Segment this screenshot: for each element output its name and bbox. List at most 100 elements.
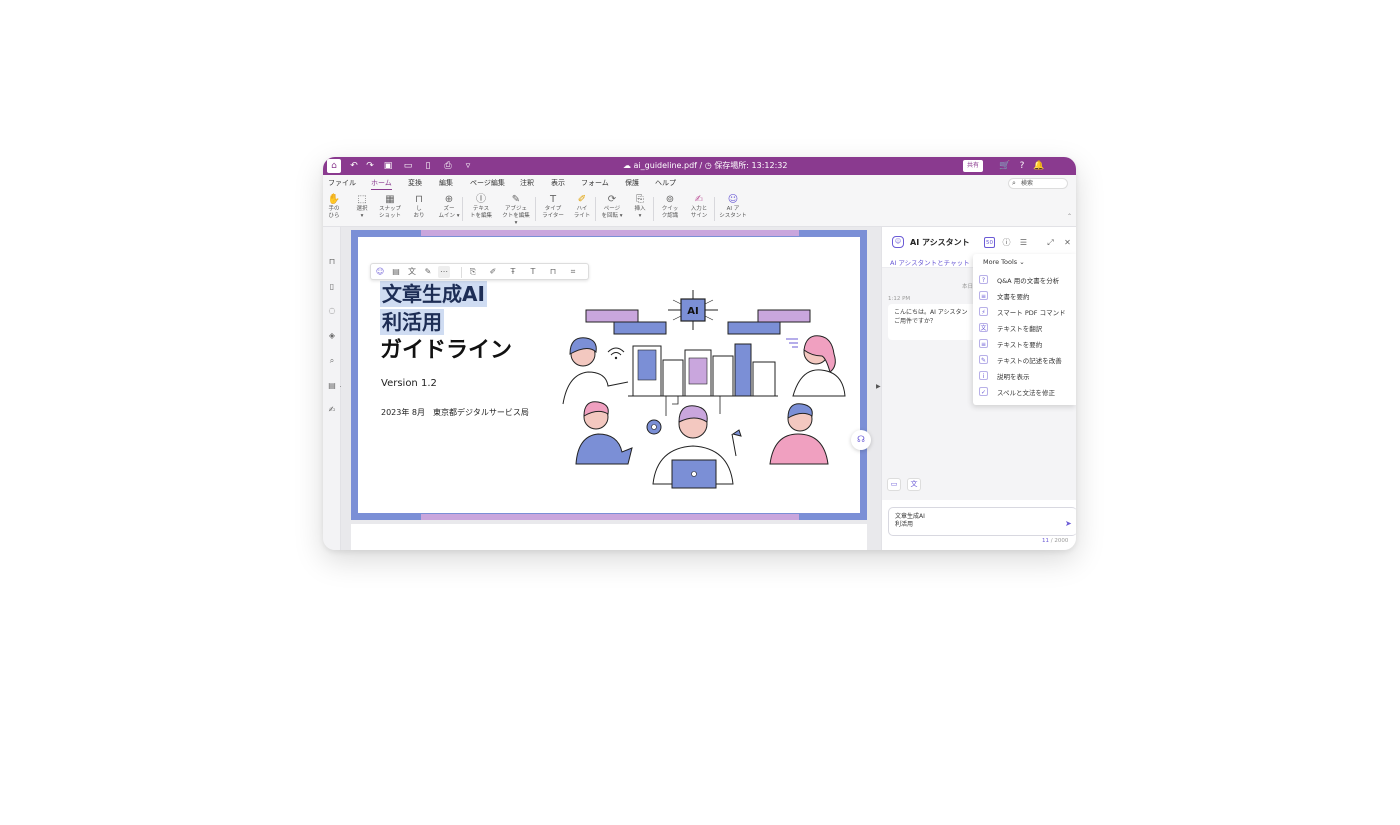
menu-protect[interactable]: 保護 xyxy=(625,177,639,189)
bookmark-add-icon[interactable]: ⊓ xyxy=(547,266,559,278)
token-count-badge[interactable]: 50 xyxy=(984,237,995,248)
menu-edit[interactable]: 編集 xyxy=(439,177,453,189)
menu-item-translate[interactable]: 文テキストを翻訳 xyxy=(979,320,1076,334)
document-version[interactable]: Version 1.2 xyxy=(381,378,437,389)
tool-ai-assistant[interactable]: ☺ AI ア シスタント xyxy=(718,194,748,220)
tool-sign[interactable]: ✍ 入力と サイン xyxy=(684,194,714,220)
collapse-ribbon-icon[interactable]: ⌃ xyxy=(1067,213,1072,220)
support-headset-icon[interactable]: ☊ xyxy=(851,430,871,450)
tool-snapshot[interactable]: ▦ スナップ ショット xyxy=(375,194,405,220)
title-line-2[interactable]: 利活用 xyxy=(380,309,444,335)
chat-input[interactable]: 文章生成AI 利活用 ➤ xyxy=(888,507,1076,536)
translate-icon[interactable]: 文 xyxy=(406,266,418,278)
select-icon: ⬚ xyxy=(357,194,367,205)
left-sidebar: ⊓ ▯ ◌ ◈ ⌕ ▤ ✍ xyxy=(323,227,341,550)
menu-item-qa[interactable]: ? Q&A 用の文書を分析 xyxy=(979,272,1076,286)
ai-chat-icon[interactable]: ☺ xyxy=(374,266,386,278)
tool-edit-text[interactable]: Ⓘ テキス トを編集 xyxy=(466,194,496,220)
collapse-right-icon[interactable]: ▶ xyxy=(876,383,881,390)
home-icon[interactable]: ⌂ xyxy=(327,159,341,173)
layers-panel-icon[interactable]: ◈ xyxy=(327,331,337,341)
comments-panel-icon[interactable]: ◌ xyxy=(327,306,337,316)
menu-annotate[interactable]: 注釈 xyxy=(520,177,534,189)
toolbar-divider xyxy=(462,197,463,221)
menu-file[interactable]: ファイル xyxy=(328,177,356,189)
print-icon[interactable]: ⎙ xyxy=(441,159,455,173)
cart-icon[interactable]: 🛒 xyxy=(998,159,1012,173)
ocr-area-icon[interactable]: ⌗ xyxy=(567,266,579,278)
title-line-1[interactable]: 文章生成AI xyxy=(380,281,487,307)
chat-translate-icon[interactable]: 文 xyxy=(907,478,921,491)
tool-insert[interactable]: ⎘ 挿入 ▾ xyxy=(625,194,655,220)
menu-item-smart-pdf[interactable]: ⚡ スマート PDF コマンド xyxy=(979,304,1076,318)
tool-zoom[interactable]: ⊕ ズー ムイン ▾ xyxy=(434,194,464,220)
copy-icon[interactable]: ⎘ xyxy=(467,266,479,278)
signature-panel-icon[interactable]: ✍ xyxy=(327,405,337,415)
attachment-panel-icon[interactable]: ⌕ xyxy=(327,356,337,366)
open-folder-icon[interactable]: ▭ xyxy=(401,159,415,173)
menu-home[interactable]: ホーム xyxy=(371,177,392,190)
tool-page[interactable]: ⟳ ページ を回転 ▾ xyxy=(597,194,627,220)
menu-item-improve[interactable]: ✎ テキストの記述を改善 xyxy=(979,352,1076,366)
menu-convert[interactable]: 変換 xyxy=(408,177,422,189)
panel-title: AI アシスタント xyxy=(910,238,970,247)
send-icon[interactable]: ➤ xyxy=(1065,519,1072,528)
menu-view[interactable]: 表示 xyxy=(551,177,565,189)
smart-pdf-icon: ⚡ xyxy=(979,307,988,316)
bell-icon[interactable]: 🔔 xyxy=(1032,159,1046,173)
more-tools-header[interactable]: More Tools ⌄ xyxy=(983,258,1025,266)
expand-icon[interactable]: ⤢ xyxy=(1045,237,1056,248)
toolbar-divider xyxy=(653,197,654,221)
document-canvas: 文章生成AI 利活用 ガイドライン Version 1.2 2023年 8月 東… xyxy=(341,227,881,550)
improve-writing-icon[interactable]: ✎ xyxy=(422,266,434,278)
tool-edit-object[interactable]: ✎ アブジェ クトを編集 ▾ xyxy=(501,194,531,227)
chat-date: 本日 xyxy=(962,284,974,290)
toolbar-divider xyxy=(595,197,596,221)
pages-panel-icon[interactable]: ▯ xyxy=(327,282,337,292)
menu-item-summarize-doc[interactable]: ≡ 文書を要約 xyxy=(979,288,1076,302)
tool-bookmark[interactable]: ⊓ し おり xyxy=(404,194,434,220)
share-button[interactable]: 共有 xyxy=(963,160,983,172)
menu-item-explain[interactable]: i 説明を表示 xyxy=(979,368,1076,382)
menu-form[interactable]: フォーム xyxy=(581,177,609,189)
redo-icon[interactable]: ↷ xyxy=(363,159,377,173)
ai-assistant-logo-icon: ☺ xyxy=(892,236,904,248)
file-name: ai_guideline.pdf xyxy=(633,161,697,170)
strikethrough-icon[interactable]: Ŧ xyxy=(507,266,519,278)
save-icon[interactable]: ▣ xyxy=(381,159,395,173)
svg-text:AI: AI xyxy=(687,306,698,317)
undo-icon[interactable]: ↶ xyxy=(347,159,361,173)
edit-object-icon: ✎ xyxy=(511,194,521,205)
highlight-pen-icon[interactable]: ✐ xyxy=(487,266,499,278)
dropdown-icon[interactable]: ▿ xyxy=(461,159,475,173)
page-top-band xyxy=(421,230,799,236)
menu-item-summarize-text[interactable]: ≡ テキストを要約 xyxy=(979,336,1076,350)
tool-select[interactable]: ⬚ 選択 ▾ xyxy=(347,194,377,220)
tool-ocr[interactable]: ⊚ クイッ ク認識 xyxy=(655,194,685,220)
qa-icon: ? xyxy=(979,275,988,284)
ai-assistant-icon: ☺ xyxy=(727,194,739,205)
translate-icon: 文 xyxy=(979,323,988,332)
tool-hand[interactable]: ✋ 手の ひら xyxy=(323,194,349,220)
new-file-icon[interactable]: ▯ xyxy=(421,159,435,173)
help-icon[interactable]: ? xyxy=(1015,159,1029,173)
menu-help[interactable]: ヘルプ xyxy=(655,177,676,189)
summarize-icon[interactable]: ▤ xyxy=(390,266,402,278)
search-input[interactable]: ⌕ 検索 xyxy=(1008,178,1068,189)
window-title: ☁ ai_guideline.pdf / ◷ 保存場所: 13:12:32 xyxy=(623,161,788,170)
tool-highlight[interactable]: ✐ ハイ ライト xyxy=(567,194,597,220)
menu-item-spellcheck[interactable]: ✓ スペルと文法を修正 xyxy=(979,384,1076,398)
fields-panel-icon[interactable]: ▤ xyxy=(327,381,337,391)
bookmark-panel-icon[interactable]: ⊓ xyxy=(327,257,337,267)
text-icon[interactable]: T xyxy=(527,266,539,278)
info-icon[interactable]: ⓘ xyxy=(1001,237,1012,248)
history-list-icon[interactable]: ☰ xyxy=(1018,237,1029,248)
tool-typewriter[interactable]: T タイプ ライター xyxy=(538,194,568,220)
menu-page-edit[interactable]: ページ編集 xyxy=(470,177,505,189)
chat-clip-icon[interactable]: ▭ xyxy=(887,478,901,491)
more-icon[interactable]: ⋯ xyxy=(438,266,450,278)
close-icon[interactable]: ✕ xyxy=(1062,237,1073,248)
title-line-3[interactable]: ガイドライン xyxy=(380,337,512,365)
document-date[interactable]: 2023年 8月 東京都デジタルサービス局 xyxy=(381,407,529,418)
edit-text-icon: Ⓘ xyxy=(476,194,486,205)
